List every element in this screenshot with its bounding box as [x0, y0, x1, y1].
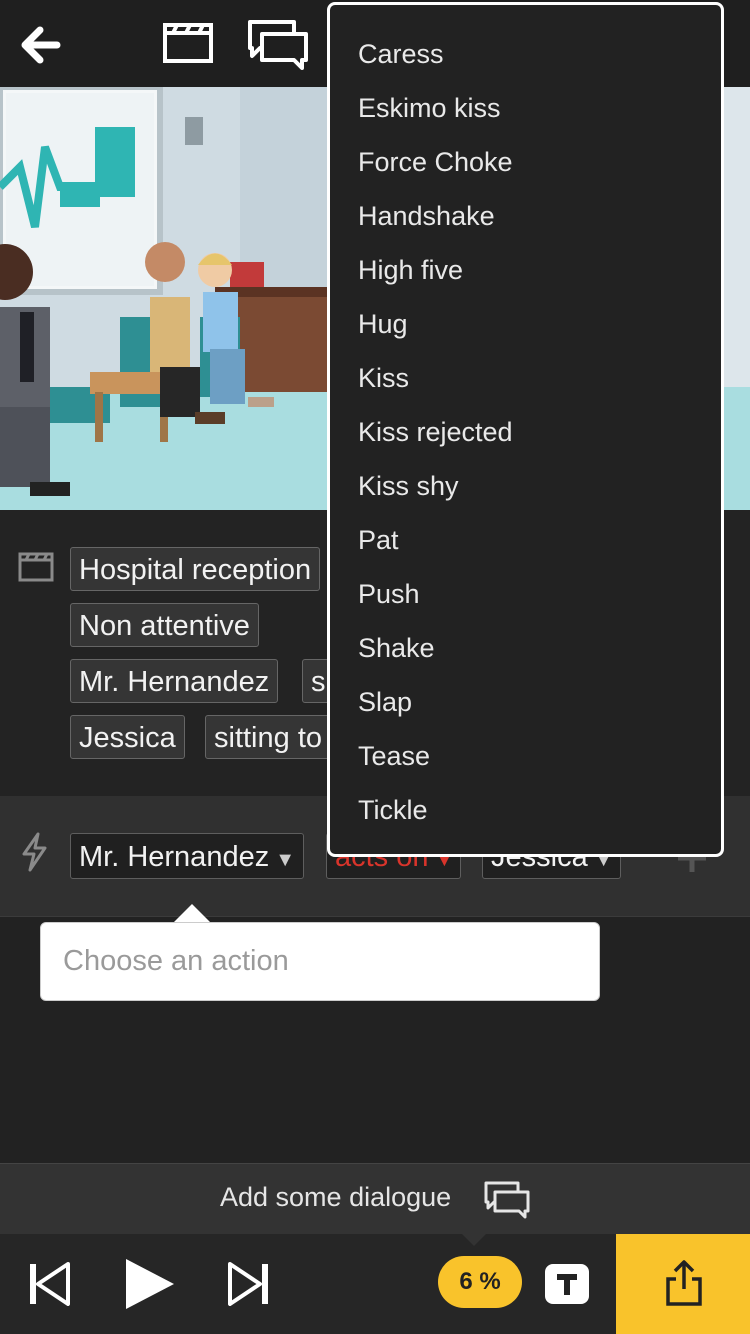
- play-icon[interactable]: [122, 1256, 176, 1312]
- menu-item-caress[interactable]: Caress: [358, 27, 444, 81]
- progress-label: 6 %: [459, 1268, 501, 1295]
- action-input-popover: [40, 904, 600, 1001]
- skip-next-icon[interactable]: [228, 1262, 270, 1306]
- speech-bubbles-icon[interactable]: [244, 18, 312, 72]
- subject-select[interactable]: Mr. Hernandez ▼: [70, 833, 304, 879]
- popover-arrow: [174, 904, 210, 922]
- menu-item-handshake[interactable]: Handshake: [358, 189, 495, 243]
- action-dropdown-menu: Caress Eskimo kiss Force Choke Handshake…: [327, 2, 724, 857]
- clapperboard-icon[interactable]: [162, 22, 214, 64]
- menu-item-tease[interactable]: Tease: [358, 729, 430, 783]
- speech-bubbles-icon: [482, 1180, 532, 1220]
- menu-item-high-five[interactable]: High five: [358, 243, 463, 297]
- subject-select-value: Mr. Hernandez: [79, 841, 270, 873]
- character-tag[interactable]: Jessica: [70, 715, 185, 759]
- playback-bar: 6 %: [0, 1234, 750, 1334]
- menu-item-force-choke[interactable]: Force Choke: [358, 135, 513, 189]
- character-pose-tag[interactable]: sitting to: [205, 715, 345, 759]
- menu-item-slap[interactable]: Slap: [358, 675, 412, 729]
- clapperboard-icon: [18, 552, 54, 582]
- lightning-icon: [18, 832, 50, 872]
- menu-item-kiss[interactable]: Kiss: [358, 351, 409, 405]
- add-dialogue-bar[interactable]: Add some dialogue: [0, 1163, 750, 1234]
- progress-badge[interactable]: 6 %: [438, 1256, 522, 1308]
- character-tag[interactable]: Mr. Hernandez: [70, 659, 279, 703]
- arrow-left-icon[interactable]: [20, 26, 62, 64]
- share-icon: [664, 1259, 704, 1307]
- menu-item-eskimo-kiss[interactable]: Eskimo kiss: [358, 81, 501, 135]
- mood-tag[interactable]: Non attentive: [70, 603, 259, 647]
- add-dialogue-label: Add some dialogue: [220, 1182, 452, 1212]
- menu-item-kiss-shy[interactable]: Kiss shy: [358, 459, 459, 513]
- menu-item-kiss-rejected[interactable]: Kiss rejected: [358, 405, 513, 459]
- menu-item-push[interactable]: Push: [358, 567, 420, 621]
- menu-item-pat[interactable]: Pat: [358, 513, 399, 567]
- action-search-input[interactable]: [40, 922, 600, 1001]
- progress-pointer: [462, 1234, 486, 1246]
- share-button[interactable]: [616, 1234, 750, 1334]
- chevron-down-icon: ▼: [275, 849, 295, 871]
- skip-previous-icon[interactable]: [28, 1262, 70, 1306]
- menu-item-hug[interactable]: Hug: [358, 297, 408, 351]
- menu-item-tickle[interactable]: Tickle: [358, 783, 428, 837]
- menu-item-shake[interactable]: Shake: [358, 621, 435, 675]
- setting-tag[interactable]: Hospital reception: [70, 547, 321, 591]
- text-t-icon[interactable]: [545, 1264, 589, 1304]
